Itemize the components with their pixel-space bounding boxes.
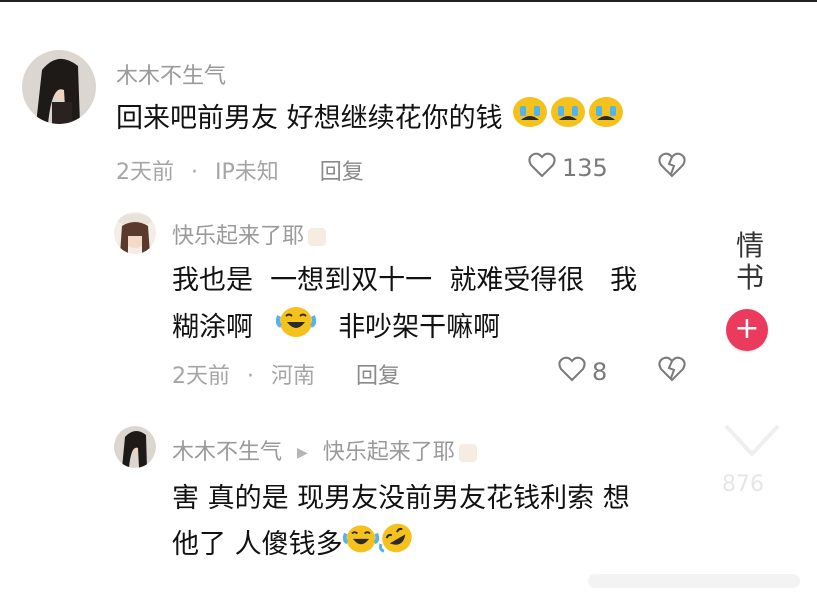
comment-text-line: 他了 人傻钱多	[172, 522, 630, 569]
comment-time: 2天前	[172, 364, 230, 389]
comment-meta: 2天前 · 河南 回复	[172, 358, 400, 390]
crying-face-emoji	[549, 96, 587, 143]
avatar[interactable]	[114, 212, 156, 254]
separator-dot: ·	[247, 364, 254, 389]
broken-heart-icon[interactable]	[658, 356, 686, 386]
reply-button[interactable]: 回复	[356, 364, 400, 389]
laughing-tears-emoji	[342, 522, 379, 569]
heart-icon	[528, 152, 556, 184]
comment-text: 回来吧前男友 好想继续花你的钱	[116, 96, 625, 143]
comment-text: 害 真的是 现男友没前男友花钱利索 想 他了 人傻钱多	[172, 476, 630, 569]
username-label: 木木不生气	[172, 440, 283, 465]
comment-text-segment: 他了 人傻钱多	[172, 529, 343, 560]
reply-button[interactable]: 回复	[320, 160, 364, 185]
reply-to-username[interactable]: 快乐起来了耶	[323, 440, 455, 465]
comment-meta: 2天前 · IP未知 回复	[116, 154, 364, 186]
app-logo[interactable]: 情书	[730, 230, 770, 294]
comment-text-line: 害 真的是 现男友没前男友花钱利索 想	[172, 483, 630, 514]
side-count: 876	[722, 472, 764, 497]
like-count: 135	[562, 154, 608, 182]
comment-text: 我也是 一想到双十一 就难受得很 我 糊涂啊 非吵架干嘛啊	[172, 258, 637, 353]
comment-text-line: 糊涂啊 非吵架干嘛啊	[172, 304, 637, 353]
separator-dot: ·	[191, 160, 198, 185]
comment-time: 2天前	[116, 160, 174, 185]
broken-heart-icon[interactable]	[658, 152, 686, 182]
like-button[interactable]: 135	[528, 152, 608, 184]
crying-face-emoji	[511, 96, 549, 143]
chevron-down-icon[interactable]	[722, 420, 782, 464]
comment-location: 河南	[271, 364, 316, 389]
comment-username[interactable]: 木木不生气	[116, 58, 226, 90]
hand-sticker-icon	[458, 444, 477, 462]
comment-username[interactable]: 木木不生气 ▶ 快乐起来了耶	[172, 434, 477, 466]
watermark	[588, 570, 800, 592]
comment-username[interactable]: 快乐起来了耶	[172, 218, 327, 250]
like-count: 8	[592, 358, 608, 386]
avatar[interactable]	[114, 426, 156, 468]
crying-face-emoji	[587, 96, 625, 143]
comment-location: IP未知	[215, 160, 279, 185]
heart-icon	[558, 356, 586, 388]
avatar[interactable]	[22, 50, 96, 124]
laughing-tears-emoji	[275, 304, 316, 353]
username-label: 快乐起来了耶	[172, 224, 305, 249]
comment-text-content: 回来吧前男友 好想继续花你的钱	[116, 103, 503, 134]
comment-text-line: 我也是 一想到双十一 就难受得很 我	[172, 265, 638, 296]
plus-button[interactable]: +	[726, 309, 768, 351]
comment-text-segment: 非吵架干嘛啊	[338, 312, 501, 343]
comment-text-segment: 糊涂啊	[172, 312, 253, 343]
like-button[interactable]: 8	[558, 356, 607, 388]
reply-arrow-icon: ▶	[297, 445, 308, 461]
rolling-laugh-emoji	[378, 522, 415, 569]
hand-sticker-icon	[308, 228, 327, 246]
